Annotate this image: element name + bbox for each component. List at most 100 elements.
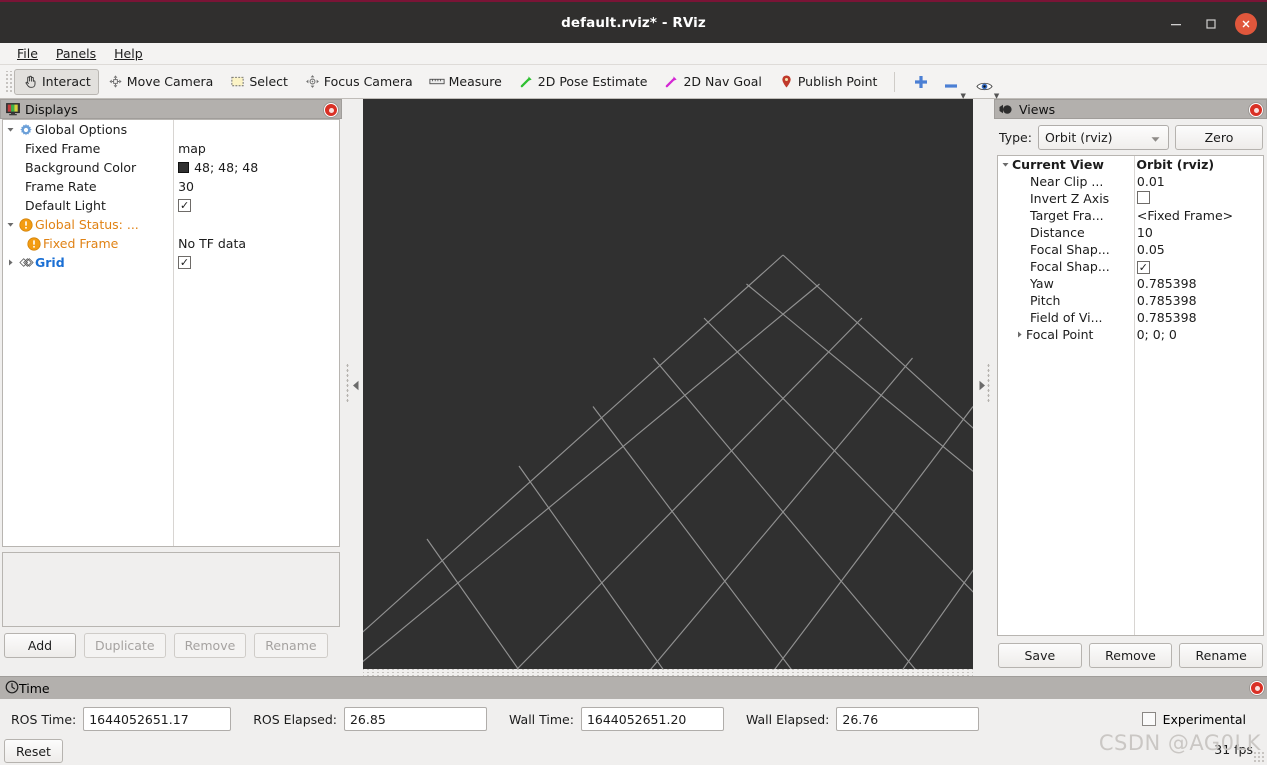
gear-icon [17, 123, 35, 137]
maximize-icon[interactable] [1200, 13, 1222, 35]
view-value-focal-point[interactable]: 0; 0; 0 [1131, 327, 1263, 342]
tool-2d-nav-goal[interactable]: 2D Nav Goal [655, 69, 769, 95]
remove-view-button[interactable]: Remove [1088, 643, 1173, 668]
save-view-button[interactable]: Save [998, 643, 1082, 668]
views-tree[interactable]: Current View Orbit (rviz) Near Clip ... … [997, 155, 1264, 636]
view-row-focal-shape-fixed[interactable]: Focal Shap... [998, 258, 1263, 275]
view-value-near-clip[interactable]: 0.01 [1131, 174, 1263, 189]
tool-focus-camera[interactable]: Focus Camera [296, 69, 421, 95]
views-column-divider[interactable] [1134, 156, 1135, 635]
tool-add-tool[interactable] [904, 69, 937, 95]
add-display-button[interactable]: Add [4, 633, 76, 658]
view-value-pitch[interactable]: 0.785398 [1131, 293, 1263, 308]
views-panel: Views Type: Orbit (rviz) Zero Current Vi… [994, 99, 1267, 676]
grid-enabled-checkbox[interactable] [177, 256, 191, 269]
view-label-pitch: Pitch [1030, 293, 1061, 308]
view-row-target-frame[interactable]: Target Fra... <Fixed Frame> [998, 207, 1263, 224]
tool-publish-point-label: Publish Point [797, 74, 878, 89]
duplicate-display-button[interactable]: Duplicate [84, 633, 166, 658]
ros-elapsed-input[interactable]: 26.85 [343, 707, 487, 731]
viewport-bottom-grip[interactable] [363, 669, 973, 676]
render-viewport-3d[interactable] [363, 99, 973, 669]
views-close-button[interactable] [1249, 103, 1263, 117]
expander-right-icon-focal-point[interactable] [1012, 330, 1026, 339]
zero-view-button[interactable]: Zero [1175, 125, 1263, 150]
view-label-target-frame: Target Fra... [1030, 208, 1104, 223]
tool-visibility[interactable]: ▼ [971, 69, 1004, 100]
display-row-global-options[interactable]: Global Options [3, 120, 339, 139]
view-row-focal-shape-size[interactable]: Focal Shap... 0.05 [998, 241, 1263, 258]
collapse-left-panel-icon[interactable] [352, 379, 360, 394]
display-row-status-fixed-frame[interactable]: Fixed Frame No TF data [3, 234, 339, 253]
view-row-invert-z-axis[interactable]: Invert Z Axis [998, 190, 1263, 207]
view-row-distance[interactable]: Distance 10 [998, 224, 1263, 241]
left-splitter[interactable] [342, 99, 363, 676]
rename-display-button[interactable]: Rename [254, 633, 328, 658]
wall-elapsed-input[interactable]: 26.76 [836, 707, 980, 731]
default-light-checkbox[interactable] [178, 199, 192, 212]
display-row-default-light[interactable]: Default Light [3, 196, 339, 215]
tool-publish-point[interactable]: Publish Point [770, 69, 886, 95]
background-color-swatch[interactable] [178, 162, 190, 173]
monitor-icon [5, 102, 21, 116]
experimental-checkbox[interactable] [1141, 712, 1156, 726]
expander-down-icon-2[interactable] [3, 220, 17, 229]
expander-right-icon[interactable] [3, 258, 17, 267]
expander-down-icon-view[interactable] [998, 160, 1012, 169]
displays-tree[interactable]: Global Options Fixed Frame map Backgroun… [2, 119, 340, 547]
view-value-field-of-view[interactable]: 0.785398 [1131, 310, 1263, 325]
expander-down-icon[interactable] [3, 125, 17, 134]
time-fields-row: ROS Time: 1644052651.17 ROS Elapsed: 26.… [0, 699, 1267, 731]
view-row-focal-point[interactable]: Focal Point 0; 0; 0 [998, 326, 1263, 343]
right-splitter[interactable] [973, 99, 994, 676]
display-row-global-status[interactable]: Global Status: ... [3, 215, 339, 234]
view-value-yaw[interactable]: 0.785398 [1131, 276, 1263, 291]
toolbar-grip[interactable] [4, 70, 12, 93]
minimize-icon[interactable] [1165, 13, 1187, 35]
view-label-field-of-view: Field of Vi... [1030, 310, 1103, 325]
reset-button[interactable]: Reset [4, 739, 63, 763]
tool-interact[interactable]: Interact [14, 68, 99, 95]
tool-2d-pose-estimate[interactable]: 2D Pose Estimate [510, 69, 656, 95]
view-type-combobox[interactable]: Orbit (rviz) [1037, 125, 1169, 150]
view-label-yaw: Yaw [1030, 276, 1054, 291]
time-close-button[interactable] [1250, 681, 1264, 695]
view-row-current-view[interactable]: Current View Orbit (rviz) [998, 156, 1263, 173]
view-row-yaw[interactable]: Yaw 0.785398 [998, 275, 1263, 292]
view-value-focal-shape-size[interactable]: 0.05 [1131, 242, 1263, 257]
experimental-toggle[interactable]: Experimental [1141, 712, 1259, 727]
left-splitter-grip[interactable] [346, 363, 349, 403]
collapse-right-panel-icon[interactable] [978, 379, 986, 394]
view-row-pitch[interactable]: Pitch 0.785398 [998, 292, 1263, 309]
display-value-background-color[interactable]: 48; 48; 48 [194, 160, 258, 175]
remove-display-button[interactable]: Remove [173, 633, 247, 658]
display-row-fixed-frame[interactable]: Fixed Frame map [3, 139, 339, 158]
displays-close-button[interactable] [324, 103, 338, 117]
view-value-target-frame[interactable]: <Fixed Frame> [1131, 208, 1263, 223]
tool-remove-tool[interactable]: ▼ [937, 69, 970, 100]
window-resize-grip[interactable] [1253, 751, 1265, 763]
menu-panels[interactable]: Panels [47, 44, 105, 63]
view-row-near-clip[interactable]: Near Clip ... 0.01 [998, 173, 1263, 190]
rename-view-button[interactable]: Rename [1179, 643, 1264, 668]
display-row-grid[interactable]: Grid [3, 253, 339, 272]
focal-shape-fixed-checkbox[interactable] [1136, 261, 1150, 274]
ros-time-input[interactable]: 1644052651.17 [83, 707, 232, 731]
wall-time-input[interactable]: 1644052651.20 [580, 707, 724, 731]
wall-elapsed-value: 26.76 [842, 711, 879, 727]
view-value-distance[interactable]: 10 [1131, 225, 1263, 240]
invert-z-axis-checkbox[interactable] [1136, 190, 1150, 204]
ros-elapsed-value: 26.85 [349, 711, 386, 727]
view-row-field-of-view[interactable]: Field of Vi... 0.785398 [998, 309, 1263, 326]
right-splitter-grip[interactable] [987, 363, 990, 403]
menu-help[interactable]: Help [105, 44, 152, 63]
tool-move-camera[interactable]: Move Camera [99, 69, 222, 95]
menu-file[interactable]: File [8, 44, 47, 63]
display-row-background-color[interactable]: Background Color 48; 48; 48 [3, 158, 339, 177]
display-value-fixed-frame[interactable]: map [178, 141, 206, 156]
display-value-frame-rate[interactable]: 30 [178, 179, 194, 194]
display-row-frame-rate[interactable]: Frame Rate 30 [3, 177, 339, 196]
tool-measure[interactable]: Measure [421, 69, 510, 95]
tool-select[interactable]: Select [221, 69, 296, 95]
close-icon[interactable] [1235, 12, 1257, 35]
